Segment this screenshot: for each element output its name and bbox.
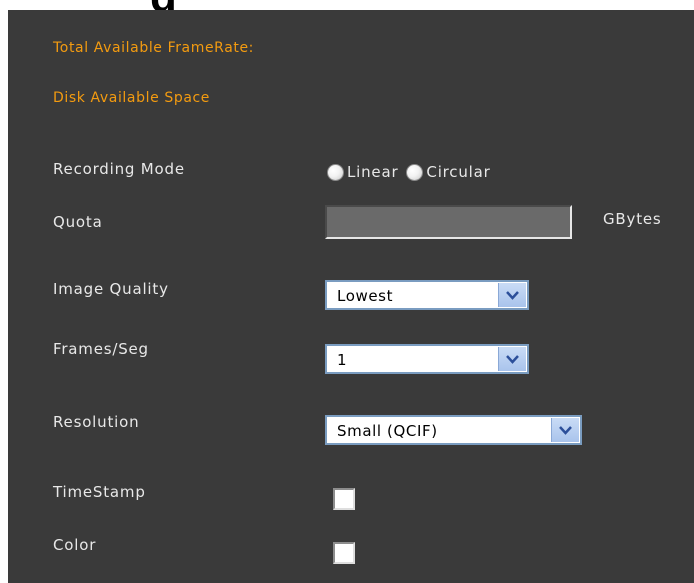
timestamp-label: TimeStamp <box>53 483 146 501</box>
frames-per-sec-label: Frames/Seg <box>53 340 149 358</box>
quota-label: Quota <box>53 213 103 231</box>
frames-per-sec-select[interactable]: 1 <box>325 344 529 374</box>
recording-mode-radio-group: Linear Circular <box>327 163 499 181</box>
quota-input[interactable] <box>325 205 572 239</box>
image-quality-label: Image Quality <box>53 280 169 298</box>
frames-per-sec-value: 1 <box>337 351 348 369</box>
quota-unit-label: GBytes <box>603 210 662 228</box>
circular-radio-label: Circular <box>426 163 491 181</box>
circular-radio[interactable] <box>406 163 424 181</box>
resolution-select[interactable]: Small (QCIF) <box>325 415 582 445</box>
image-quality-value: Lowest <box>337 287 394 305</box>
linear-radio-label: Linear <box>347 163 399 181</box>
image-quality-select[interactable]: Lowest <box>325 280 529 310</box>
color-checkbox[interactable] <box>333 542 355 564</box>
color-label: Color <box>53 536 97 554</box>
recording-mode-label: Recording Mode <box>53 160 185 178</box>
resolution-value: Small (QCIF) <box>337 422 438 440</box>
disk-space-label: Disk Available Space <box>53 90 211 106</box>
total-framerate-label: Total Available FrameRate: <box>53 40 255 56</box>
chevron-down-icon[interactable] <box>498 283 526 307</box>
resolution-label: Resolution <box>53 413 140 431</box>
linear-radio[interactable] <box>327 163 344 181</box>
chevron-down-icon[interactable] <box>551 418 579 442</box>
chevron-down-icon[interactable] <box>498 347 526 371</box>
recording-settings-panel: Total Available FrameRate: Disk Availabl… <box>8 10 694 583</box>
timestamp-checkbox[interactable] <box>333 488 355 510</box>
